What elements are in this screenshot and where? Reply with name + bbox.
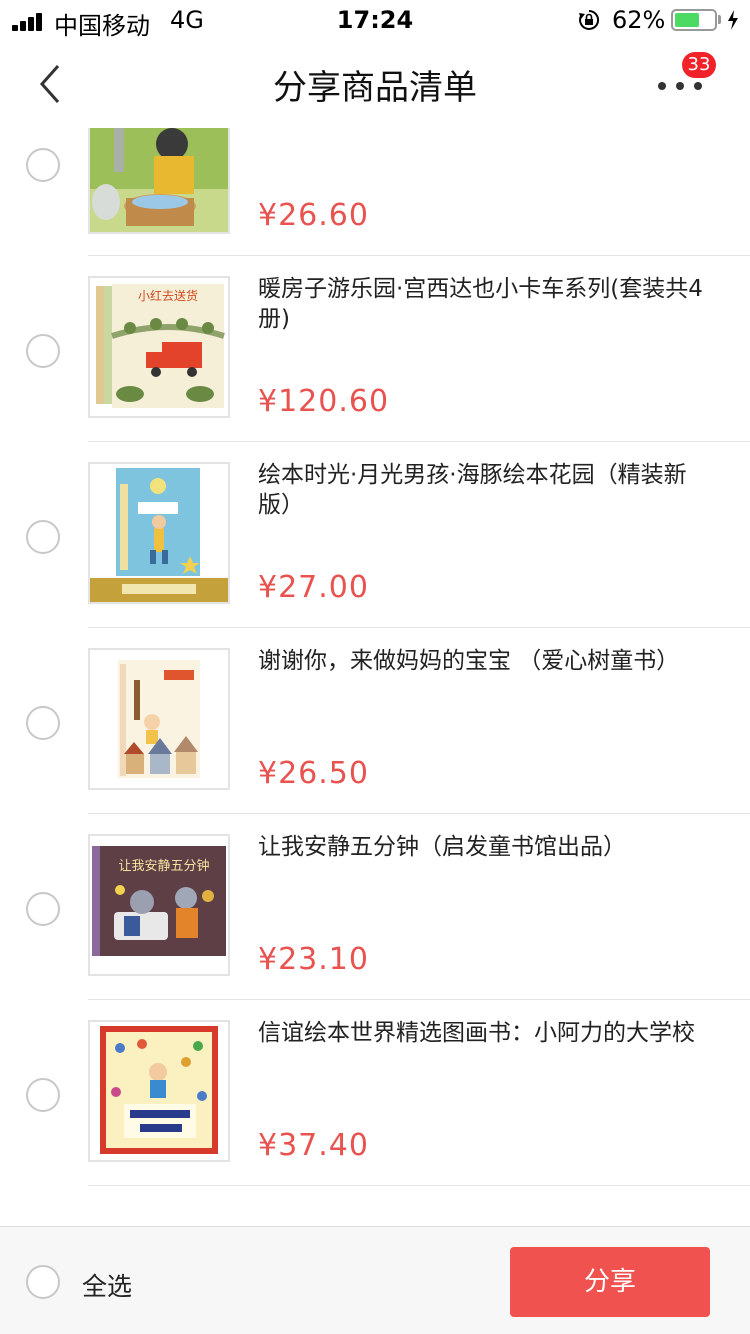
- product-price: ¥120.60: [258, 384, 390, 419]
- product-price: ¥26.60: [258, 198, 369, 233]
- list-item[interactable]: ¥26.60: [0, 128, 750, 256]
- product-price: ¥26.50: [258, 756, 369, 791]
- divider: [88, 1185, 750, 1186]
- product-name[interactable]: 让我安静五分钟（启发童书馆出品）: [258, 832, 718, 862]
- product-name[interactable]: 信谊绘本世界精选图画书：小阿力的大学校: [258, 1018, 718, 1048]
- orientation-lock-icon: [579, 9, 600, 30]
- select-all-checkbox[interactable]: [26, 1265, 60, 1299]
- list-item[interactable]: 让我安静五分钟 让我安静五分钟（启发童书馆出品） ¥23.10: [0, 814, 750, 1000]
- battery-percent: 62%: [612, 6, 666, 34]
- product-list[interactable]: ¥26.60 小红去送货 暖房子游乐园·宫西达也小卡车系列(套装共4册) ¥12…: [0, 128, 750, 1226]
- product-price: ¥37.40: [258, 1128, 369, 1163]
- product-thumbnail[interactable]: [88, 462, 230, 604]
- page-title: 分享商品清单: [273, 68, 477, 108]
- list-item[interactable]: 信谊绘本世界精选图画书：小阿力的大学校 ¥37.40: [0, 1000, 750, 1186]
- product-image: [90, 1022, 228, 1160]
- charging-bolt-icon: [728, 10, 738, 30]
- battery-icon: [671, 9, 717, 31]
- product-thumbnail[interactable]: [88, 1020, 230, 1162]
- item-checkbox[interactable]: [26, 334, 60, 368]
- svg-text:让我安静五分钟: 让我安静五分钟: [118, 858, 209, 874]
- product-image: [90, 650, 228, 788]
- item-checkbox[interactable]: [26, 148, 60, 182]
- list-item[interactable]: 小红去送货 暖房子游乐园·宫西达也小卡车系列(套装共4册) ¥120.60: [0, 256, 750, 442]
- product-price: ¥23.10: [258, 942, 369, 977]
- product-image: [90, 464, 228, 602]
- product-thumbnail[interactable]: [88, 648, 230, 790]
- battery-tip: [718, 15, 721, 24]
- notification-badge: 33: [682, 52, 716, 78]
- select-all-label[interactable]: 全选: [82, 1267, 132, 1303]
- product-image: [90, 128, 228, 232]
- item-checkbox[interactable]: [26, 892, 60, 926]
- product-thumbnail[interactable]: 让我安静五分钟: [88, 834, 230, 976]
- nav-bar: 分享商品清单 33: [0, 40, 750, 128]
- product-price: ¥27.00: [258, 570, 369, 605]
- battery-level: [675, 13, 699, 27]
- product-name[interactable]: 谢谢你，来做妈妈的宝宝 （爱心树童书）: [258, 646, 718, 676]
- list-item[interactable]: 绘本时光·月光男孩·海豚绘本花园（精装新版） ¥27.00: [0, 442, 750, 628]
- product-thumbnail[interactable]: 小红去送货: [88, 276, 230, 418]
- item-checkbox[interactable]: [26, 520, 60, 554]
- product-image: 让我安静五分钟: [90, 836, 228, 974]
- product-name[interactable]: 暖房子游乐园·宫西达也小卡车系列(套装共4册): [258, 274, 718, 334]
- svg-text:小红去送货: 小红去送货: [138, 288, 198, 303]
- product-image: 小红去送货: [90, 278, 228, 416]
- bottom-action-bar: 全选 分享: [0, 1226, 750, 1334]
- status-bar: 中国移动 4G 17:24 62%: [0, 0, 750, 40]
- item-checkbox[interactable]: [26, 1078, 60, 1112]
- item-checkbox[interactable]: [26, 706, 60, 740]
- list-item[interactable]: 谢谢你，来做妈妈的宝宝 （爱心树童书） ¥26.50: [0, 628, 750, 814]
- share-button[interactable]: 分享: [510, 1247, 710, 1317]
- product-thumbnail[interactable]: [88, 128, 230, 234]
- product-name[interactable]: 绘本时光·月光男孩·海豚绘本花园（精装新版）: [258, 460, 718, 520]
